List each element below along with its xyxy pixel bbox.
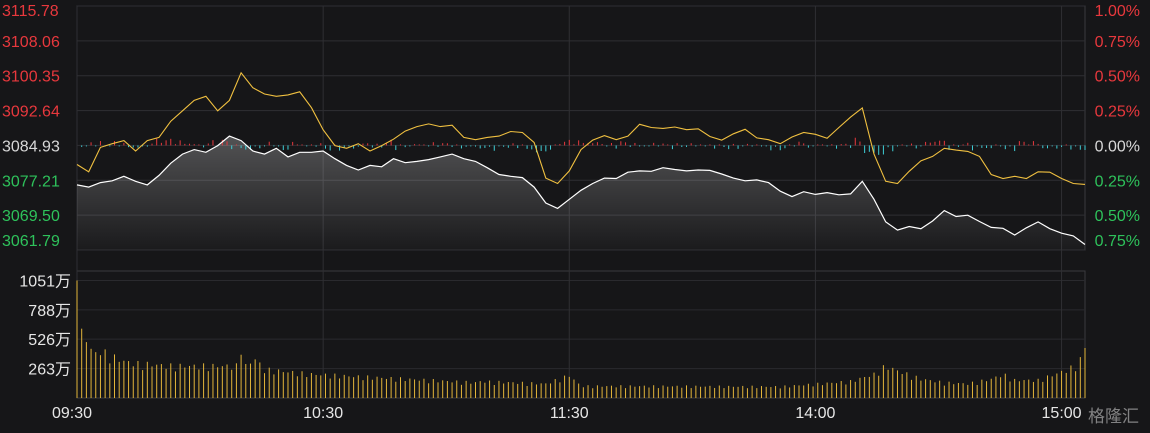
time-tick-label: 14:00 — [795, 405, 835, 422]
time-tick-label: 09:30 — [52, 405, 92, 422]
pct-tick-label: 0.25% — [1095, 104, 1140, 121]
pct-tick-label: 0.75% — [1095, 233, 1140, 250]
price-tick-label: 3077.21 — [2, 173, 60, 190]
pct-tick-label: 0.50% — [1095, 208, 1140, 225]
price-area — [77, 136, 1085, 250]
intraday-chart: 3115.78 1.00% 3108.06 0.75% 3100.35 0.50% 3092… — [0, 0, 1150, 433]
time-tick-label: 11:30 — [550, 405, 589, 422]
price-tick-label: 3069.50 — [2, 208, 60, 225]
price-tick-label: 3061.79 — [2, 233, 60, 250]
volume-tick-label: 788万 — [28, 303, 71, 320]
pct-tick-label: 1.00% — [1095, 3, 1140, 20]
watermark: 格隆汇 — [1088, 407, 1139, 427]
volume-panel-frame — [76, 270, 1086, 399]
price-tick-label: 3084.93 — [2, 138, 60, 155]
price-tick-label: 3100.35 — [2, 69, 60, 86]
pct-tick-label: 0.00% — [1095, 138, 1140, 155]
pct-tick-label: 0.50% — [1095, 69, 1140, 86]
price-tick-label: 3115.78 — [2, 3, 59, 20]
pct-tick-label: 0.25% — [1095, 173, 1140, 190]
price-area-fill — [77, 136, 1085, 250]
price-tick-label: 3108.06 — [2, 34, 60, 51]
chart-svg: 3115.78 1.00% 3108.06 0.75% 3100.35 0.50% 3092… — [2, 3, 1140, 422]
volume-tick-label: 526万 — [28, 332, 71, 349]
time-tick-label: 15:00 — [1042, 405, 1082, 422]
volume-tick-label: 1051万 — [19, 273, 71, 290]
price-tick-label: 3092.64 — [2, 104, 60, 121]
volume-tick-label: 263万 — [28, 362, 71, 379]
pct-tick-label: 0.75% — [1095, 34, 1140, 51]
time-tick-label: 10:30 — [303, 405, 343, 422]
